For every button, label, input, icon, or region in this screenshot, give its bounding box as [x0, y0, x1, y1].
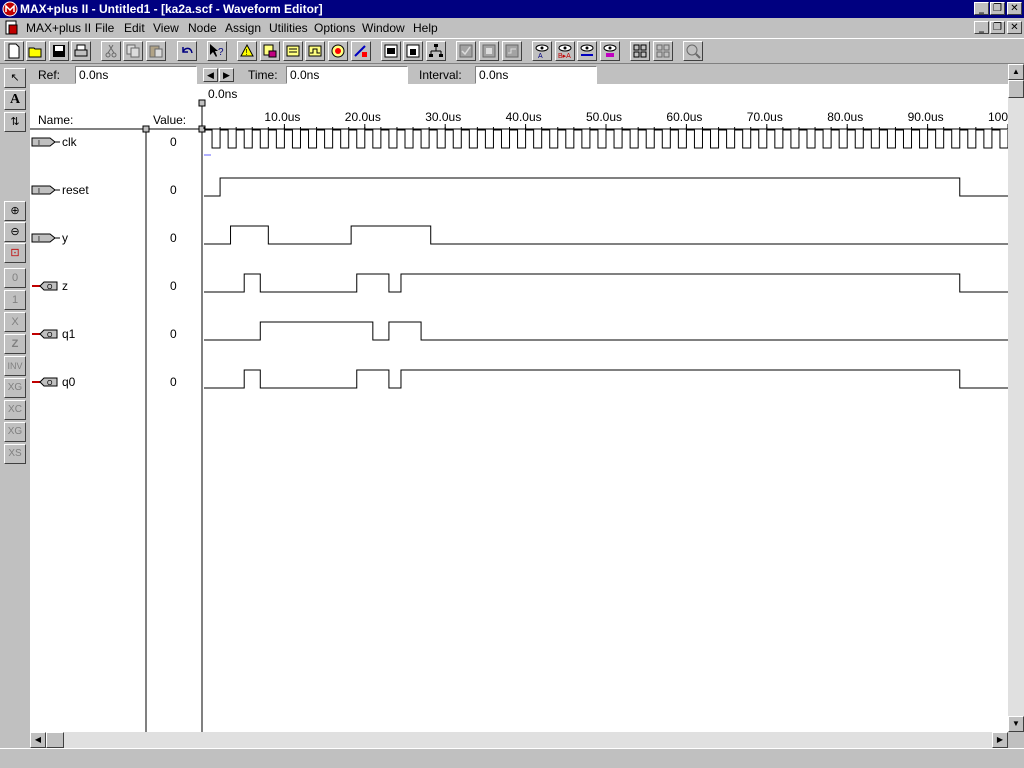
scroll-left-button[interactable]: ◀	[30, 732, 46, 748]
cursor-handle[interactable]	[198, 99, 206, 107]
vertical-scrollbar[interactable]: ▲ ▼	[1008, 64, 1024, 732]
output-pin-icon: O	[32, 377, 58, 387]
status-bar	[0, 748, 1024, 768]
vertical-scroll-thumb[interactable]	[1008, 80, 1024, 98]
node-name-reset[interactable]: reset	[62, 183, 89, 197]
timeline-tick-label: 40.0us	[505, 110, 542, 124]
timeline-tick-label: 30.0us	[425, 110, 462, 124]
node-name-q0[interactable]: q0	[62, 375, 75, 389]
waveform-z[interactable]	[204, 273, 1008, 293]
scroll-right-button[interactable]: ▶	[992, 732, 1008, 748]
timeline-tick-label: 70.0us	[746, 110, 783, 124]
input-pin-icon: I	[31, 137, 60, 147]
scroll-up-button[interactable]: ▲	[1008, 64, 1024, 80]
node-value-reset: 0	[170, 183, 177, 197]
node-name-y[interactable]: y	[62, 231, 68, 245]
node-value-z: 0	[170, 279, 177, 293]
node-value-q0: 0	[170, 375, 177, 389]
scroll-corner	[1008, 732, 1024, 748]
node-name-q1[interactable]: q1	[62, 327, 75, 341]
waveform-q0[interactable]	[204, 369, 1008, 389]
svg-text:I: I	[38, 188, 40, 195]
timeline-tick-label: 80.0us	[827, 110, 864, 124]
scroll-down-button[interactable]: ▼	[1008, 716, 1024, 732]
svg-text:O: O	[47, 380, 53, 387]
svg-text:I: I	[38, 140, 40, 147]
timeline-tick-label: 90.0us	[907, 110, 944, 124]
timeline-tick-label: 10.0us	[264, 110, 301, 124]
svg-text:O: O	[47, 284, 53, 291]
node-name-clk[interactable]: clk	[62, 135, 77, 149]
input-pin-icon: I	[31, 233, 60, 243]
svg-text:O: O	[47, 332, 53, 339]
node-value-y: 0	[170, 231, 177, 245]
timeline-tick-label: 100	[988, 110, 1009, 124]
timeline-tick-label: 20.0us	[344, 110, 381, 124]
node-name-z[interactable]: z	[62, 279, 68, 293]
output-pin-icon: O	[32, 281, 58, 291]
svg-text:I: I	[38, 236, 40, 243]
node-value-q1: 0	[170, 327, 177, 341]
waveform-clk[interactable]	[204, 129, 1008, 149]
waveform-q1[interactable]	[204, 321, 1008, 341]
node-value-clk: 0	[170, 135, 177, 149]
horizontal-scrollbar[interactable]: ◀ ▶	[30, 732, 1008, 748]
output-pin-icon: O	[32, 329, 58, 339]
timeline-tick-label: 50.0us	[586, 110, 623, 124]
horizontal-scroll-thumb[interactable]	[46, 732, 64, 748]
waveform-y[interactable]	[204, 225, 1008, 245]
waveform-reset[interactable]	[204, 177, 1008, 197]
child-close-button[interactable]: ✕	[1007, 21, 1022, 34]
close-button[interactable]: ✕	[1007, 2, 1022, 15]
column-resize-handle[interactable]	[142, 125, 150, 133]
timeline-tick-label: 60.0us	[666, 110, 703, 124]
input-pin-icon: I	[31, 185, 60, 195]
